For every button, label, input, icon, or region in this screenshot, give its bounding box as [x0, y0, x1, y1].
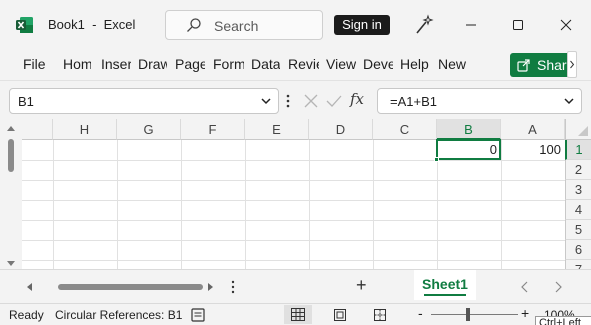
expand-formula-icon[interactable] — [563, 96, 575, 106]
ribbon-tabs: File Hom Inser Draw Page Form Data Revie… — [0, 50, 591, 80]
column-gridline — [53, 140, 54, 269]
next-sheet-icon[interactable] — [553, 281, 563, 293]
page-layout-view-icon[interactable] — [333, 308, 347, 322]
formula-input[interactable]: =A1+B1 — [377, 88, 582, 114]
chevron-down-icon — [261, 98, 271, 105]
cell-a1[interactable]: 100 — [501, 140, 565, 160]
excel-logo-icon — [16, 17, 33, 33]
row-gridline — [22, 240, 565, 241]
status-mode: Ready — [9, 308, 44, 322]
cancel-icon[interactable] — [303, 93, 319, 109]
tab-help[interactable]: Help — [400, 56, 430, 72]
column-gridline — [373, 140, 374, 269]
tab-review[interactable]: Revie — [288, 56, 319, 72]
column-header-e[interactable]: E — [245, 119, 309, 140]
enter-check-icon[interactable] — [326, 93, 342, 109]
fill-handle[interactable] — [434, 157, 439, 162]
tab-data[interactable]: Data — [251, 56, 280, 72]
name-box-value: B1 — [18, 94, 34, 109]
column-header-c[interactable]: C — [373, 119, 437, 140]
active-sheet-underline — [424, 294, 466, 296]
column-gridline — [117, 140, 118, 269]
row-header-6[interactable]: 6 — [565, 240, 591, 260]
column-header-b[interactable]: B — [437, 119, 501, 140]
scroll-right-icon[interactable] — [207, 282, 215, 292]
vertical-scrollbar[interactable] — [0, 119, 22, 269]
column-gridline — [245, 140, 246, 269]
zoom-out-button[interactable]: - — [418, 305, 423, 321]
column-header-a[interactable]: A — [501, 119, 565, 140]
accessibility-icon[interactable] — [191, 308, 205, 322]
select-all-corner[interactable] — [565, 119, 591, 140]
minimize-icon[interactable] — [458, 12, 484, 38]
zoom-in-button[interactable]: + — [521, 305, 529, 321]
formula-bar: B1 fx =A1+B1 — [0, 81, 591, 119]
page-break-view-icon[interactable] — [373, 308, 387, 322]
document-title: Book1 - Excel — [48, 17, 136, 32]
tab-new[interactable]: New — [438, 56, 468, 72]
row-header-2[interactable]: 2 — [565, 160, 591, 180]
row-gridline — [22, 180, 565, 181]
scroll-left-icon[interactable] — [25, 282, 33, 292]
active-cell-outline[interactable] — [434, 139, 501, 162]
formula-value: =A1+B1 — [390, 94, 437, 109]
row-header-5[interactable]: 5 — [565, 220, 591, 240]
search-icon — [187, 18, 201, 32]
row-gridline — [22, 160, 565, 161]
sign-in-button[interactable]: Sign in — [334, 15, 390, 35]
zoom-slider-thumb[interactable] — [466, 308, 470, 321]
scroll-down-icon[interactable] — [6, 260, 16, 268]
vertical-scroll-thumb[interactable] — [8, 139, 14, 172]
tooltip: Ctrl+Left — [535, 316, 591, 325]
column-header-partial[interactable] — [22, 119, 53, 140]
row-header-4[interactable]: 4 — [565, 200, 591, 220]
row-header-1[interactable]: 1 — [565, 140, 591, 160]
search-placeholder: Search — [214, 18, 259, 34]
tab-developer[interactable]: Deve — [363, 56, 393, 72]
sheet-tab-label: Sheet1 — [422, 276, 468, 292]
chevron-right-icon — [570, 60, 575, 69]
zoom-slider[interactable] — [431, 314, 518, 315]
ribbon-scroll-button[interactable] — [567, 51, 577, 78]
column-header-g[interactable]: G — [117, 119, 181, 140]
sheet-tab-bar: + Sheet1 — [0, 269, 591, 303]
tab-page-layout[interactable]: Page — [175, 56, 205, 72]
name-box[interactable]: B1 — [9, 88, 279, 114]
row-gridline — [22, 200, 565, 201]
column-gridline — [309, 140, 310, 269]
tab-insert[interactable]: Inser — [101, 56, 131, 72]
tab-formulas[interactable]: Form — [213, 56, 244, 72]
column-header-f[interactable]: F — [181, 119, 245, 140]
tab-file[interactable]: File — [23, 56, 45, 72]
add-sheet-icon[interactable]: + — [356, 275, 367, 296]
tab-home[interactable]: Hom — [63, 56, 91, 72]
row-gridline — [22, 260, 565, 261]
previous-sheet-icon[interactable] — [520, 281, 530, 293]
row-header-7[interactable]: 7 — [565, 260, 591, 269]
close-icon[interactable] — [553, 12, 579, 38]
title-bar: Book1 - Excel Search Sign in — [0, 0, 591, 50]
circular-references-status[interactable]: Circular References: B1 — [55, 308, 182, 322]
magic-wand-icon[interactable] — [414, 14, 434, 36]
share-icon — [517, 59, 530, 72]
search-box[interactable]: Search — [165, 10, 323, 40]
column-header-h[interactable]: H — [53, 119, 117, 140]
row-gridline — [22, 220, 565, 221]
more-options-icon[interactable] — [284, 93, 292, 109]
tab-draw[interactable]: Draw — [138, 56, 167, 72]
status-bar: Ready Circular References: B1 - + 100% — [0, 303, 591, 325]
scroll-up-icon[interactable] — [6, 124, 16, 132]
sheet-tab-sheet1[interactable]: Sheet1 — [414, 270, 476, 300]
normal-view-icon[interactable] — [284, 305, 312, 324]
more-sheets-icon[interactable] — [230, 280, 236, 294]
column-gridline — [181, 140, 182, 269]
row-header-3[interactable]: 3 — [565, 180, 591, 200]
insert-function-icon[interactable]: fx — [350, 90, 364, 108]
maximize-icon[interactable] — [505, 12, 531, 38]
tab-view[interactable]: View — [326, 56, 356, 72]
worksheet-grid[interactable]: H G F E D C B A 1 2 3 4 5 6 7 100 0 — [0, 119, 591, 269]
horizontal-scroll-thumb[interactable] — [58, 284, 203, 290]
column-header-d[interactable]: D — [309, 119, 373, 140]
